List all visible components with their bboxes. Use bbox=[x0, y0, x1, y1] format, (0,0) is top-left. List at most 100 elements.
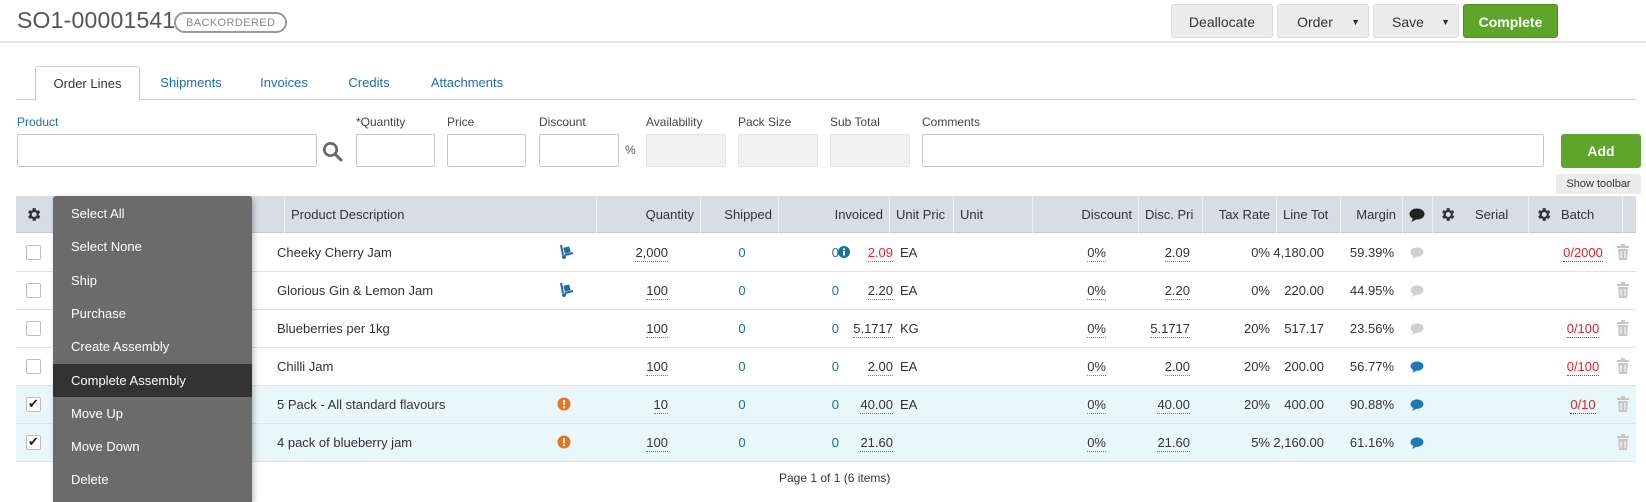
quantity-cell[interactable]: 100 bbox=[600, 272, 700, 309]
tab-credits[interactable]: Credits bbox=[334, 66, 404, 100]
col-line-total[interactable]: Line Tot bbox=[1276, 196, 1340, 233]
shipped-value[interactable]: 0 bbox=[700, 386, 778, 423]
trash-icon[interactable] bbox=[1617, 396, 1629, 412]
comment-icon[interactable] bbox=[1410, 323, 1424, 335]
menu-item-ship[interactable]: Ship bbox=[53, 264, 252, 297]
quantity-cell[interactable]: 100 bbox=[600, 310, 700, 347]
comment-icon[interactable] bbox=[1410, 285, 1424, 297]
comments-input[interactable] bbox=[922, 134, 1544, 167]
search-icon[interactable] bbox=[322, 141, 343, 162]
table-row[interactable]: Chilli Jam 100 0 0 2.00 EA 0% 2.00 20% 200.00 56.7… bbox=[16, 348, 1636, 386]
menu-item-select-all[interactable]: Select All bbox=[53, 197, 252, 230]
quantity-cell[interactable]: 100 bbox=[600, 424, 700, 461]
col-unit-price[interactable]: Unit Pric bbox=[889, 196, 953, 233]
trash-icon[interactable] bbox=[1617, 434, 1629, 450]
price-input[interactable] bbox=[447, 134, 526, 167]
invoiced-value[interactable]: 0 bbox=[778, 424, 845, 461]
disc-price-cell[interactable]: 5.1717 bbox=[1108, 310, 1192, 347]
batch-cell[interactable]: 0/2000 bbox=[1528, 234, 1622, 271]
discount-cell[interactable]: 0% bbox=[1032, 234, 1108, 271]
table-row[interactable]: Blueberries per 1kg 100 0 0 5.1717 KG 0% 5.1717… bbox=[16, 310, 1636, 348]
discount-cell[interactable]: 0% bbox=[1032, 424, 1108, 461]
gear-icon[interactable] bbox=[1439, 206, 1456, 223]
row-checkbox[interactable] bbox=[26, 245, 41, 260]
menu-item-move-up[interactable]: Move Up bbox=[53, 397, 252, 430]
row-checkbox[interactable] bbox=[26, 321, 41, 336]
invoiced-value[interactable]: 0 bbox=[778, 386, 845, 423]
menu-item-delete[interactable]: Delete bbox=[53, 463, 252, 496]
unit-price-cell[interactable]: 2.20 bbox=[845, 272, 897, 309]
batch-cell[interactable]: 0/10 bbox=[1528, 386, 1622, 423]
unit-price-cell[interactable]: 2.00 bbox=[845, 348, 897, 385]
menu-item-complete-assembly[interactable]: Complete Assembly bbox=[53, 363, 252, 397]
comment-icon[interactable] bbox=[1410, 247, 1424, 259]
quantity-cell[interactable]: 10 bbox=[600, 386, 700, 423]
col-shipped[interactable]: Shipped bbox=[700, 196, 778, 233]
tab-invoices[interactable]: Invoices bbox=[249, 66, 319, 100]
tab-shipments[interactable]: Shipments bbox=[150, 66, 232, 100]
table-row[interactable]: 5 Pack - All standard flavours 10 00 40.00 E… bbox=[16, 386, 1636, 424]
batch-cell[interactable]: 0/100 bbox=[1528, 348, 1622, 385]
trash-icon[interactable] bbox=[1617, 282, 1629, 298]
col-serial[interactable]: Serial bbox=[1432, 196, 1528, 233]
col-comments[interactable] bbox=[1402, 196, 1432, 233]
show-toolbar-button[interactable]: Show toolbar bbox=[1556, 174, 1641, 194]
table-row[interactable]: Glorious Gin & Lemon Jam 100 0 0 2.20 EA 0% 2.2… bbox=[16, 272, 1636, 310]
disc-price-cell[interactable]: 2.00 bbox=[1108, 348, 1192, 385]
hand-truck-icon[interactable] bbox=[558, 244, 574, 260]
comment-icon[interactable] bbox=[1410, 437, 1424, 449]
invoiced-value[interactable]: 0 bbox=[778, 234, 845, 271]
comment-icon[interactable] bbox=[1410, 399, 1424, 411]
batch-cell[interactable] bbox=[1528, 272, 1622, 309]
comment-icon[interactable] bbox=[1410, 361, 1424, 373]
menu-item-move-down[interactable]: Move Down bbox=[53, 430, 252, 463]
menu-item-purchase[interactable]: Purchase bbox=[53, 297, 252, 330]
shipped-value[interactable]: 0 bbox=[700, 234, 778, 271]
table-row[interactable]: Cheeky Cherry Jam 2,000 0 0 2.09 EA 0% 2.09 0% 4,… bbox=[16, 234, 1636, 272]
unit-price-cell[interactable]: 40.00 bbox=[845, 386, 897, 423]
trash-icon[interactable] bbox=[1617, 244, 1629, 260]
col-margin[interactable]: Margin bbox=[1340, 196, 1402, 233]
row-checkbox[interactable] bbox=[26, 283, 41, 298]
deallocate-button[interactable]: Deallocate bbox=[1171, 4, 1273, 38]
quantity-input[interactable] bbox=[356, 134, 435, 167]
disc-price-cell[interactable]: 40.00 bbox=[1108, 386, 1192, 423]
warning-icon[interactable] bbox=[557, 435, 571, 449]
invoiced-value[interactable]: 0 bbox=[778, 348, 845, 385]
gear-icon[interactable] bbox=[1535, 206, 1552, 223]
menu-item-select-none[interactable]: Select None bbox=[53, 230, 252, 263]
trash-icon[interactable] bbox=[1617, 320, 1629, 336]
save-button[interactable]: Save ▼ bbox=[1373, 4, 1459, 38]
menu-item-create-assembly[interactable]: Create Assembly bbox=[53, 330, 252, 363]
add-button[interactable]: Add bbox=[1561, 134, 1641, 168]
unit-price-cell[interactable]: 21.60 bbox=[845, 424, 897, 461]
discount-cell[interactable]: 0% bbox=[1032, 386, 1108, 423]
quantity-cell[interactable]: 100 bbox=[600, 348, 700, 385]
shipped-value[interactable]: 0 bbox=[700, 348, 778, 385]
shipped-value[interactable]: 0 bbox=[700, 310, 778, 347]
tab-attachments[interactable]: Attachments bbox=[419, 66, 515, 100]
complete-button[interactable]: Complete bbox=[1463, 4, 1558, 38]
col-invoiced[interactable]: Invoiced bbox=[778, 196, 889, 233]
unit-price-cell[interactable]: 2.09 bbox=[845, 234, 897, 271]
invoiced-value[interactable]: 0 bbox=[778, 310, 845, 347]
col-unit[interactable]: Unit bbox=[953, 196, 1032, 233]
row-checkbox[interactable] bbox=[26, 396, 41, 412]
batch-cell[interactable]: 0/100 bbox=[1528, 310, 1622, 347]
shipped-value[interactable]: 0 bbox=[700, 424, 778, 461]
unit-price-cell[interactable]: 5.1717 bbox=[845, 310, 897, 347]
product-input[interactable] bbox=[17, 134, 317, 167]
gear-icon[interactable] bbox=[25, 206, 42, 223]
col-batch[interactable]: Batch bbox=[1528, 196, 1622, 233]
disc-price-cell[interactable]: 21.60 bbox=[1108, 424, 1192, 461]
discount-cell[interactable]: 0% bbox=[1032, 272, 1108, 309]
batch-cell[interactable] bbox=[1528, 424, 1622, 461]
col-product-description[interactable]: Product Description bbox=[284, 196, 596, 233]
disc-price-cell[interactable]: 2.20 bbox=[1108, 272, 1192, 309]
col-disc-price[interactable]: Disc. Pri bbox=[1138, 196, 1202, 233]
col-discount[interactable]: Discount bbox=[1032, 196, 1138, 233]
quantity-cell[interactable]: 2,000 bbox=[600, 234, 700, 271]
hand-truck-icon[interactable] bbox=[558, 282, 574, 298]
disc-price-cell[interactable]: 2.09 bbox=[1108, 234, 1192, 271]
discount-input[interactable] bbox=[539, 134, 619, 167]
